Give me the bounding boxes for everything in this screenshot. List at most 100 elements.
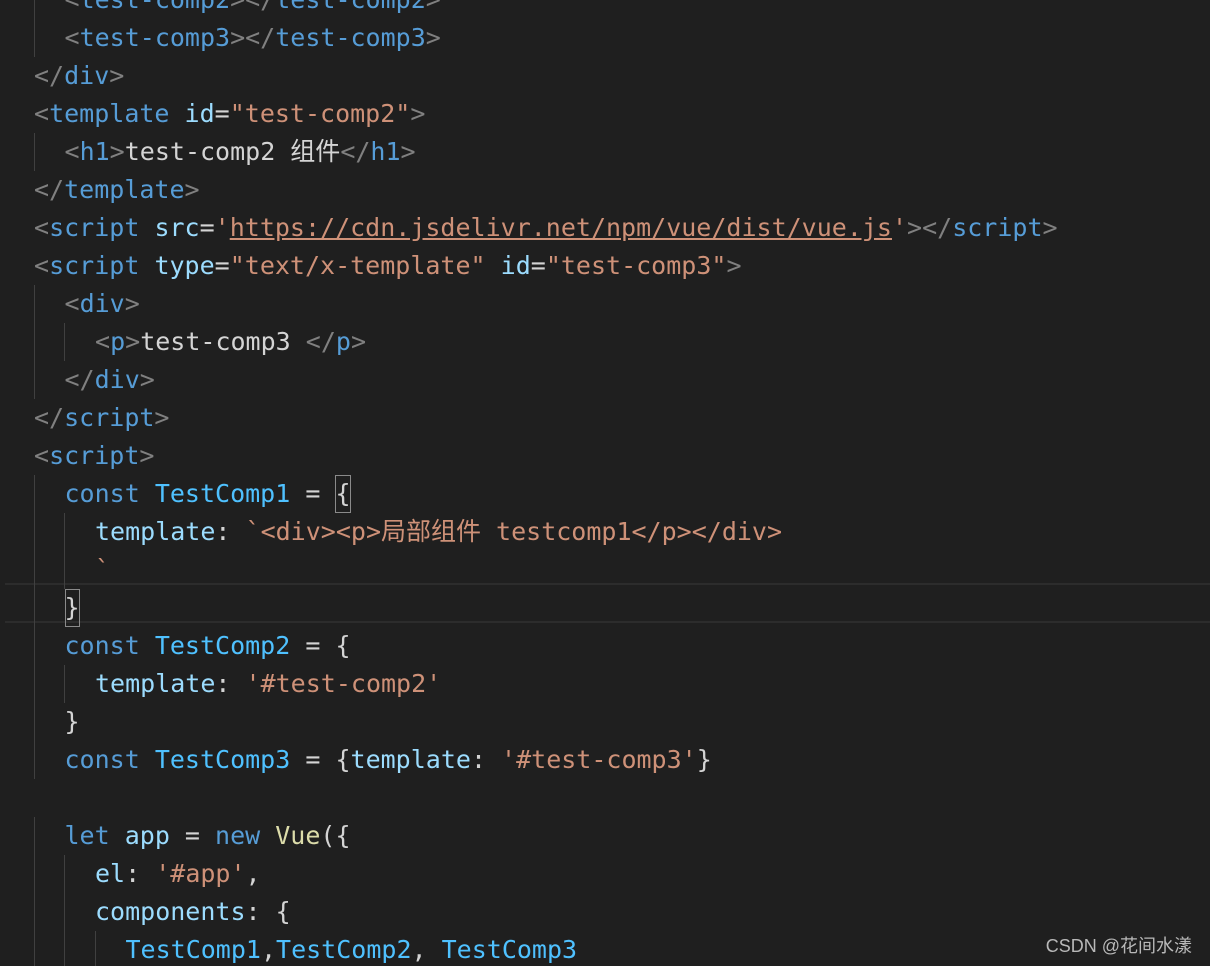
token-const: TestComp3 — [154, 745, 291, 774]
token-punct: > — [184, 175, 200, 204]
token-kw: new — [215, 821, 261, 850]
token-op: = — [290, 479, 336, 508]
code-text: <test-comp3></test-comp3> — [65, 19, 441, 57]
token-tag: p — [110, 327, 126, 356]
code-line[interactable]: } — [0, 703, 1210, 741]
token-punct: ></ — [230, 23, 276, 52]
code-line[interactable]: const TestComp1 = { — [0, 475, 1210, 513]
code-line[interactable]: el: '#app', — [0, 855, 1210, 893]
token-tag: test-comp3 — [79, 23, 231, 52]
code-line[interactable]: const TestComp2 = { — [0, 627, 1210, 665]
token-tag: h1 — [79, 137, 110, 166]
watermark: CSDN @花间水漾 — [1045, 936, 1192, 956]
code-line[interactable]: <script> — [0, 437, 1210, 475]
token-punct: > — [109, 61, 125, 90]
code-text: </script> — [34, 399, 169, 437]
token-text: test-comp2 组件 — [124, 137, 341, 166]
code-line[interactable]: <script type="text/x-template" id="test-… — [0, 247, 1210, 285]
code-line[interactable]: const TestComp3 = {template: '#test-comp… — [0, 741, 1210, 779]
code-line[interactable]: TestComp1,TestComp2, TestComp3 — [0, 931, 1210, 966]
token-op: : — [470, 745, 502, 774]
token-brace: { — [335, 631, 351, 660]
token-brace: { — [275, 897, 291, 926]
indent-guide — [34, 19, 35, 57]
token-tag: p — [335, 327, 351, 356]
token-punct: < — [64, 23, 80, 52]
indent-guide — [34, 893, 35, 931]
code-text: el: '#app', — [95, 855, 261, 893]
token-punct: </ — [340, 137, 371, 166]
code-text: const TestComp3 = {template: '#test-comp… — [65, 741, 712, 779]
code-line[interactable]: let app = new Vue({ — [0, 817, 1210, 855]
token-tag: template — [64, 175, 185, 204]
code-text: <test-comp2></test-comp2> — [65, 0, 441, 19]
token-punct: > — [139, 365, 155, 394]
token-punct: < — [34, 99, 50, 128]
code-text: template: `<div><p>局部组件 testcomp1</p></d… — [95, 513, 782, 551]
code-line[interactable]: ` — [0, 551, 1210, 589]
code-line[interactable]: </div> — [0, 57, 1210, 95]
token-const: TestComp1 — [154, 479, 291, 508]
token-kw: const — [64, 631, 140, 660]
indent-guide — [34, 285, 35, 323]
token-prop: components — [95, 897, 246, 926]
code-line[interactable]: <div> — [0, 285, 1210, 323]
code-line[interactable]: template: `<div><p>局部组件 testcomp1</p></d… — [0, 513, 1210, 551]
indent-guide — [34, 133, 35, 171]
indent-guide — [95, 931, 96, 966]
token-punct: < — [64, 289, 80, 318]
token-op: : — [215, 517, 246, 546]
code-line[interactable]: </template> — [0, 171, 1210, 209]
code-line[interactable]: <test-comp3></test-comp3> — [0, 19, 1210, 57]
indent-guide — [34, 361, 35, 399]
token-attr: id — [184, 99, 215, 128]
code-text: const TestComp2 = { — [65, 627, 351, 665]
token-str: "test-comp3" — [545, 251, 727, 280]
indent-guide — [64, 931, 65, 966]
token-text: = — [214, 99, 230, 128]
code-line[interactable]: } — [0, 589, 1210, 627]
token-tag: test-comp2 — [275, 0, 426, 14]
code-line[interactable]: <template id="test-comp2"> — [0, 95, 1210, 133]
token-punct: > — [726, 251, 742, 280]
token-str: ` — [95, 555, 111, 584]
token-punct: > — [109, 137, 125, 166]
token-brace: } — [64, 707, 80, 736]
token-str: "test-comp2" — [229, 99, 411, 128]
token-const: TestComp2 — [276, 935, 412, 964]
indent-guide — [64, 855, 65, 893]
token-brace: { — [335, 475, 351, 513]
code-editor[interactable]: <test-comp2></test-comp2><test-comp3></t… — [0, 0, 1210, 966]
token-tag: script — [49, 251, 140, 280]
token-punct: > — [139, 441, 155, 470]
code-line[interactable]: components: { — [0, 893, 1210, 931]
code-line[interactable] — [0, 779, 1210, 817]
token-text: = — [199, 213, 215, 242]
token-prop: template — [95, 669, 216, 698]
code-text: <p>test-comp3 </p> — [95, 323, 366, 361]
indent-guide — [64, 893, 65, 931]
code-line[interactable]: </script> — [0, 399, 1210, 437]
token-punct: </ — [305, 327, 336, 356]
token-var: app — [124, 821, 170, 850]
token-op: , — [260, 935, 277, 964]
token-tag: div — [94, 365, 140, 394]
token-punct: > — [124, 289, 140, 318]
indent-guide — [34, 703, 35, 741]
token-tag: test-comp2 — [80, 0, 231, 14]
code-line[interactable]: <h1>test-comp2 组件</h1> — [0, 133, 1210, 171]
code-line[interactable]: <test-comp2></test-comp2> — [0, 0, 1210, 19]
token-punct: < — [95, 327, 111, 356]
token-kw: const — [64, 745, 140, 774]
code-line[interactable]: </div> — [0, 361, 1210, 399]
code-line[interactable]: template: '#test-comp2' — [0, 665, 1210, 703]
code-line[interactable]: <script src='https://cdn.jsdelivr.net/np… — [0, 209, 1210, 247]
indent-guide — [34, 931, 35, 966]
code-text: template: '#test-comp2' — [95, 665, 441, 703]
code-line[interactable]: <p>test-comp3 </p> — [0, 323, 1210, 361]
indent-guide — [64, 323, 65, 361]
